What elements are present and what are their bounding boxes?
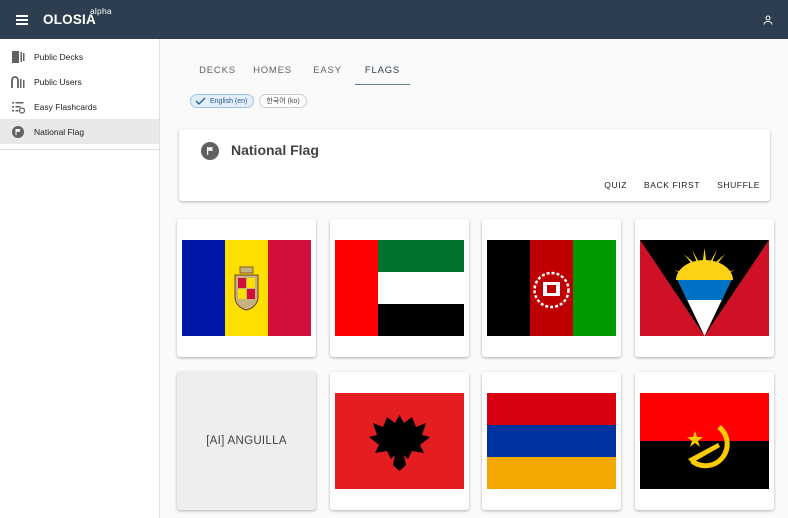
flashcard-text: [AI] ANGUILLA	[206, 435, 287, 447]
account-icon[interactable]	[758, 10, 778, 30]
tab-decks[interactable]: DECKS	[190, 59, 245, 84]
afghanistan-flag	[487, 240, 616, 336]
angola-flag	[640, 393, 769, 489]
sidebar-item-label: Public Decks	[34, 51, 84, 62]
sidebar-item-public-decks[interactable]: Public Decks	[0, 44, 159, 69]
check-icon	[195, 97, 206, 105]
app-title-text: OLOSIA	[43, 12, 96, 27]
tab-homes[interactable]: HOMES	[245, 59, 300, 84]
sidebar-item-label: Public Users	[34, 76, 82, 87]
shuffle-button[interactable]: SHUFFLE	[717, 180, 760, 190]
albania-flag	[335, 393, 464, 489]
flashcard[interactable]	[330, 372, 469, 510]
sidebar-item-label: Easy Flashcards	[34, 101, 97, 112]
tab-easy[interactable]: EASY	[300, 59, 355, 84]
armenia-flag	[487, 393, 616, 489]
back-first-button[interactable]: BACK FIRST	[644, 180, 700, 190]
sidebar-item-public-users[interactable]: Public Users	[0, 69, 159, 94]
sidebar-item-national-flag[interactable]: National Flag	[0, 119, 159, 144]
chip-label: English (en)	[210, 97, 248, 105]
flashcard[interactable]	[635, 372, 774, 510]
menu-icon[interactable]	[10, 8, 34, 32]
chip-korean[interactable]: 한국어 (ko)	[259, 94, 307, 108]
sidebar-item-label: National Flag	[34, 126, 85, 137]
flag-icon	[10, 124, 26, 140]
main-content: DECKS HOMES EASY FLAGS English (en) 한국어 …	[160, 39, 788, 518]
united-arab-emirates-flag	[335, 240, 464, 336]
chip-english[interactable]: English (en)	[190, 94, 255, 108]
deck-header-card: National Flag QUIZ BACK FIRST SHUFFLE	[179, 129, 770, 201]
sidebar: Public Decks Public Users Easy Flashcard…	[0, 39, 160, 518]
sidebar-list: Public Decks Public Users Easy Flashcard…	[0, 39, 159, 150]
flashcard[interactable]: [AI] ANGUILLA	[177, 372, 316, 510]
quiz-button[interactable]: QUIZ	[604, 180, 627, 190]
playlist-icon	[10, 99, 26, 115]
app-title[interactable]: OLOSIA alpha	[43, 6, 112, 27]
flashcard[interactable]	[177, 219, 316, 357]
flashcard[interactable]	[482, 219, 621, 357]
users-icon	[10, 74, 26, 90]
flashcard[interactable]	[330, 219, 469, 357]
andorra-flag	[182, 240, 311, 336]
tab-flags[interactable]: FLAGS	[355, 59, 410, 85]
app-bar: OLOSIA alpha	[0, 0, 788, 39]
sidebar-item-easy-flashcards[interactable]: Easy Flashcards	[0, 94, 159, 119]
language-chips: English (en) 한국어 (ko)	[190, 94, 307, 108]
flag-icon	[201, 142, 219, 160]
flashcard[interactable]	[635, 219, 774, 357]
tab-bar: DECKS HOMES EASY FLAGS	[190, 59, 410, 85]
alpha-badge: alpha	[90, 6, 112, 16]
decks-icon	[10, 49, 26, 65]
deck-actions: QUIZ BACK FIRST SHUFFLE	[604, 180, 760, 190]
flashcard[interactable]	[482, 372, 621, 510]
chip-label: 한국어 (ko)	[266, 98, 300, 105]
deck-title: National Flag	[231, 142, 319, 158]
antigua-and-barbuda-flag	[640, 240, 769, 336]
